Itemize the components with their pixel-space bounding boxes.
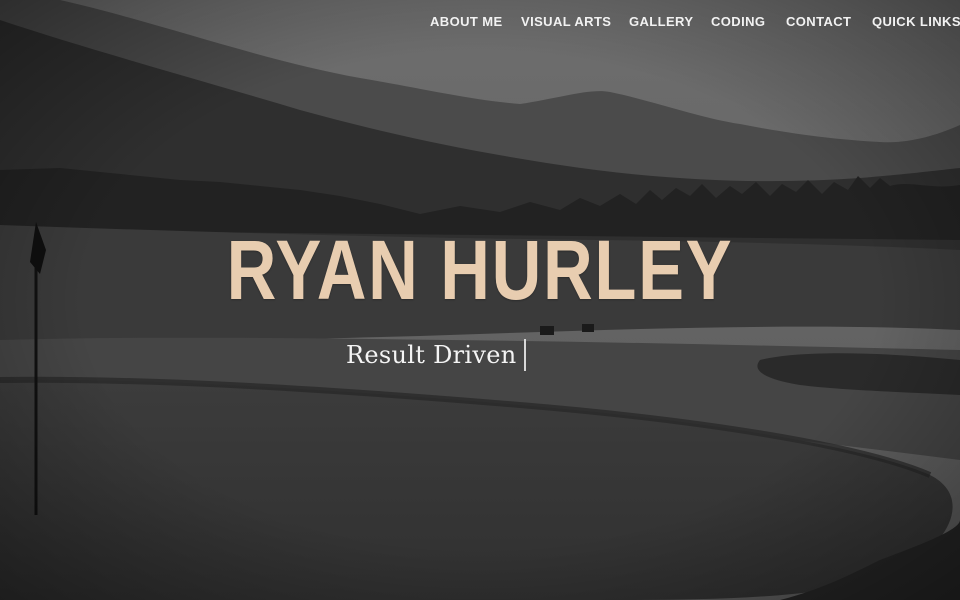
hero-tagline: Result Driven (346, 338, 526, 372)
top-navigation: ABOUT ME VISUAL ARTS GALLERY CODING CONT… (0, 0, 960, 44)
hero-title-wrapper: RYAN HURLEY (0, 215, 960, 325)
hero-name: RYAN HURLEY (226, 223, 734, 317)
hero-tagline-text: Result Driven (346, 341, 517, 369)
nav-link-gallery[interactable]: GALLERY (629, 14, 693, 29)
nav-link-visual-arts[interactable]: VISUAL ARTS (521, 14, 611, 29)
nav-link-quick-links-label: QUICK LINKS (872, 14, 960, 29)
nav-link-contact[interactable]: CONTACT (786, 14, 851, 29)
nav-link-coding[interactable]: CODING (711, 14, 765, 29)
nav-link-about-me[interactable]: ABOUT ME (430, 14, 503, 29)
nav-link-quick-links[interactable]: QUICK LINKS▼ (872, 14, 960, 29)
typing-cursor (523, 339, 526, 371)
